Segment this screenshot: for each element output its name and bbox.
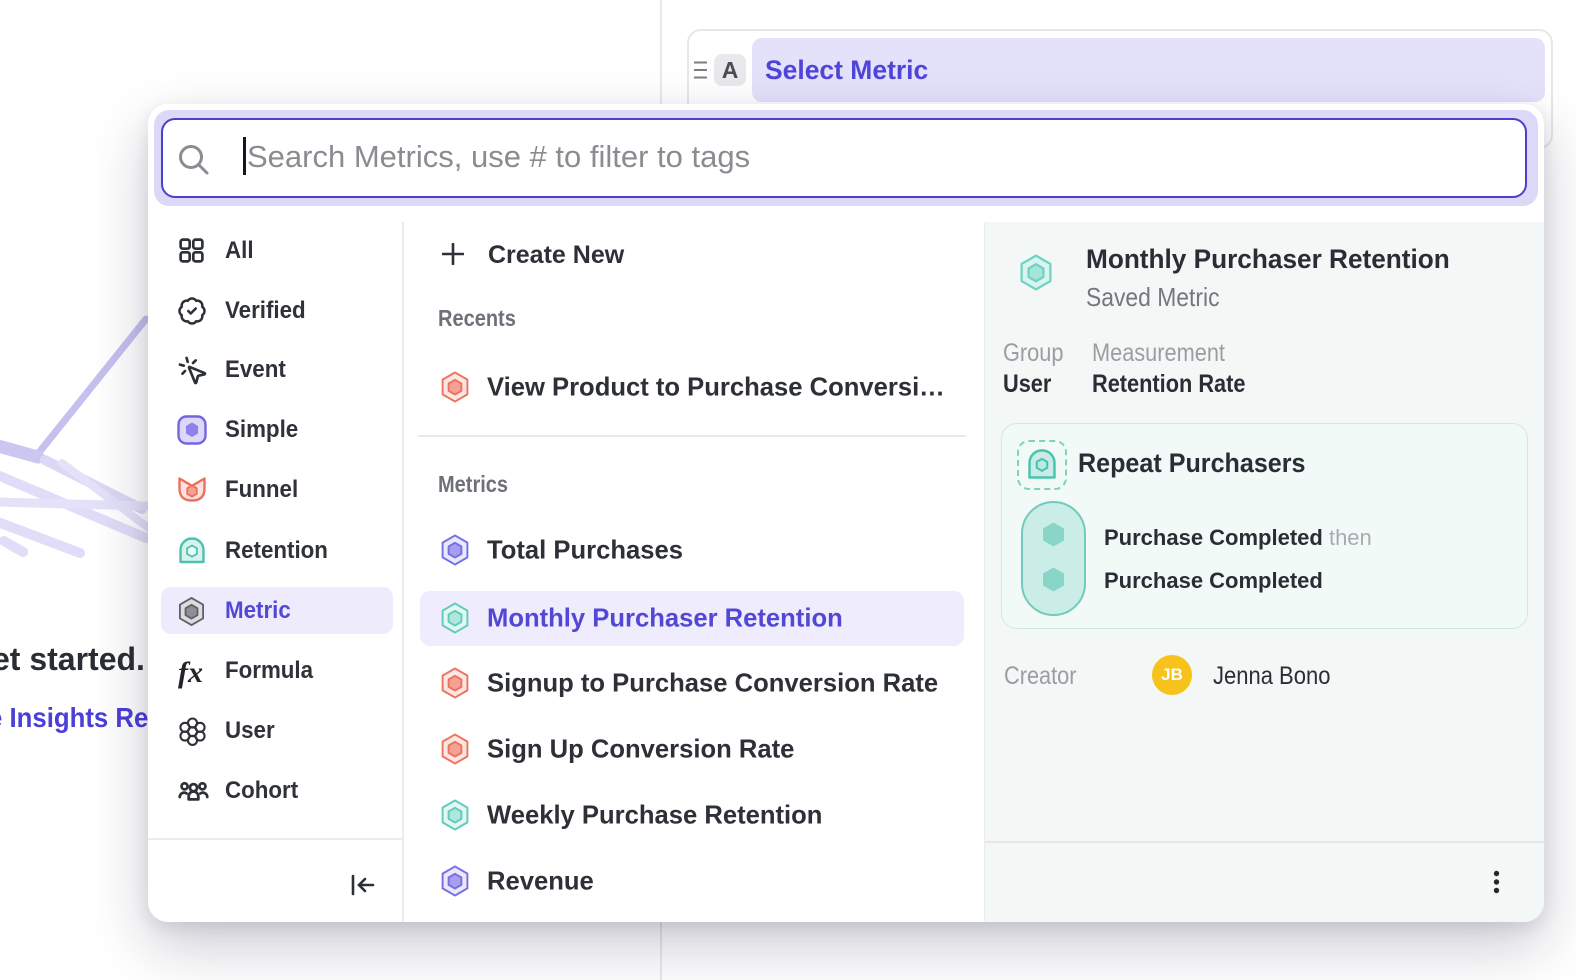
- svg-text:fx: fx: [178, 656, 203, 689]
